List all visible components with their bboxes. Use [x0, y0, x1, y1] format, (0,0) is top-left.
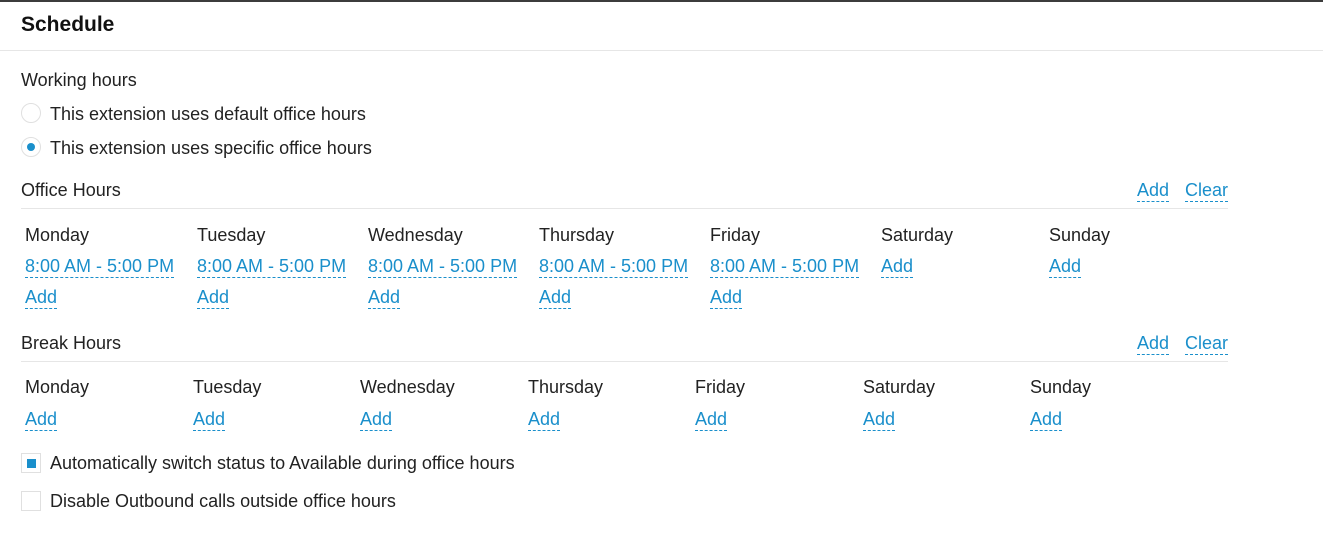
office-day-saturday: Saturday — [881, 225, 954, 245]
office-day-sunday: Sunday — [1049, 225, 1111, 245]
break-day-sunday: Sunday — [1030, 377, 1092, 397]
office-day-friday: Friday — [710, 225, 761, 245]
office-add-wednesday[interactable]: Add — [368, 287, 401, 309]
break-add-wednesday[interactable]: Add — [360, 409, 393, 431]
break-hours-clear-link[interactable]: Clear — [1185, 333, 1229, 355]
default-hours-radio-label[interactable]: This extension uses default office hours — [50, 104, 366, 125]
break-day-friday: Friday — [695, 377, 746, 397]
office-add-monday[interactable]: Add — [25, 287, 58, 309]
office-day-wednesday: Wednesday — [368, 225, 463, 245]
office-add-tuesday[interactable]: Add — [197, 287, 230, 309]
section-title: Schedule — [21, 13, 115, 36]
specific-hours-radio-label[interactable]: This extension uses specific office hour… — [50, 138, 372, 159]
section-header: Schedule — [0, 2, 1323, 51]
office-hours-title: Office Hours — [21, 180, 121, 200]
office-slot-friday[interactable]: 8:00 AM - 5:00 PM — [710, 256, 860, 278]
office-day-thursday: Thursday — [539, 225, 615, 245]
auto-switch-checkbox[interactable] — [21, 453, 41, 473]
office-slot-wednesday[interactable]: 8:00 AM - 5:00 PM — [368, 256, 518, 278]
break-day-saturday: Saturday — [863, 377, 936, 397]
break-day-tuesday: Tuesday — [193, 377, 262, 397]
disable-outbound-label[interactable]: Disable Outbound calls outside office ho… — [50, 491, 396, 512]
office-add-thursday[interactable]: Add — [539, 287, 572, 309]
office-add-friday[interactable]: Add — [710, 287, 743, 309]
working-hours-label: Working hours — [21, 70, 137, 90]
office-slot-tuesday[interactable]: 8:00 AM - 5:00 PM — [197, 256, 347, 278]
office-add-saturday[interactable]: Add — [881, 256, 914, 278]
auto-switch-label[interactable]: Automatically switch status to Available… — [50, 453, 515, 474]
office-hours-add-link[interactable]: Add — [1137, 180, 1170, 202]
specific-hours-radio[interactable] — [21, 137, 41, 157]
office-slot-monday[interactable]: 8:00 AM - 5:00 PM — [25, 256, 175, 278]
break-day-monday: Monday — [25, 377, 90, 397]
break-add-sunday[interactable]: Add — [1030, 409, 1063, 431]
office-day-monday: Monday — [25, 225, 90, 245]
office-hours-divider — [21, 208, 1228, 209]
break-add-saturday[interactable]: Add — [863, 409, 896, 431]
break-hours-divider — [21, 361, 1228, 362]
break-day-thursday: Thursday — [528, 377, 604, 397]
break-add-monday[interactable]: Add — [25, 409, 58, 431]
break-add-thursday[interactable]: Add — [528, 409, 561, 431]
office-add-sunday[interactable]: Add — [1049, 256, 1082, 278]
break-add-tuesday[interactable]: Add — [193, 409, 226, 431]
break-day-wednesday: Wednesday — [360, 377, 455, 397]
office-hours-clear-link[interactable]: Clear — [1185, 180, 1229, 202]
break-hours-add-link[interactable]: Add — [1137, 333, 1170, 355]
default-hours-radio[interactable] — [21, 103, 41, 123]
office-slot-thursday[interactable]: 8:00 AM - 5:00 PM — [539, 256, 689, 278]
break-hours-title: Break Hours — [21, 333, 122, 353]
office-day-tuesday: Tuesday — [197, 225, 266, 245]
break-add-friday[interactable]: Add — [695, 409, 728, 431]
disable-outbound-checkbox[interactable] — [21, 491, 41, 511]
